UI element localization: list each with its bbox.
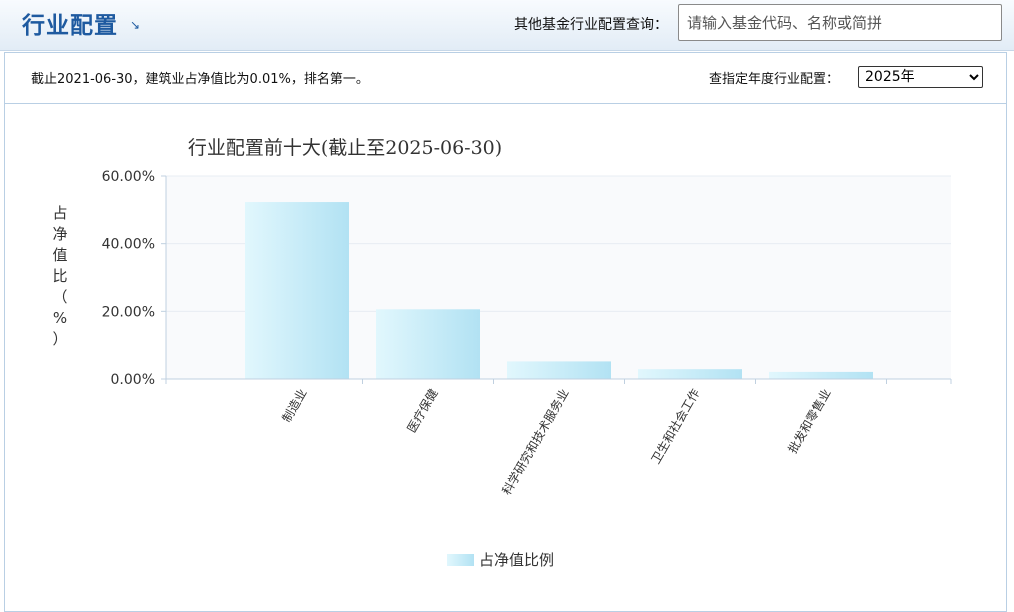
y-axis-title-char: ） [52, 330, 67, 348]
bar[interactable] [769, 371, 873, 379]
bar[interactable] [507, 361, 611, 379]
y-axis-title-char: 占 [52, 204, 67, 222]
bar[interactable] [638, 369, 742, 379]
x-tick-label: 医疗保健 [404, 387, 440, 436]
y-axis-title-char: （ [52, 288, 67, 306]
industry-chart: 行业配置前十大(截止至2025-06-30) 占净值比 （% ） 0.00% 20.0… [52, 137, 952, 569]
y-axis-title-char: 比 [52, 267, 67, 285]
y-tick-label: 40.00% [102, 237, 155, 253]
y-axis-title-char: 净 [52, 225, 67, 243]
x-tick-label: 科学研究和技术服务业 [499, 386, 572, 497]
y-tick-label: 60.00% [102, 169, 155, 185]
y-axis-title-char: 值 [52, 246, 67, 264]
y-axis-title-char: % [53, 309, 67, 327]
bar[interactable] [245, 202, 349, 379]
legend[interactable]: 占净值比例 [447, 551, 554, 569]
legend-label: 占净值比例 [479, 551, 554, 569]
y-tick-label: 0.00% [111, 372, 155, 388]
x-tick-labels: 制造业 医疗保健 科学研究和技术服务业 卫生和社会工作 批发和零售业 [165, 379, 952, 497]
y-axis-title: 占净值比 （% ） [52, 204, 67, 348]
x-tick-label: 批发和零售业 [785, 386, 834, 456]
x-tick-label: 制造业 [279, 387, 309, 425]
x-tick-label: 卫生和社会工作 [648, 386, 703, 466]
bar[interactable] [376, 309, 480, 379]
y-ticks: 0.00% 20.00% 40.00% 60.00% [102, 169, 166, 388]
legend-swatch [447, 554, 474, 566]
chart-title: 行业配置前十大(截止至2025-06-30) [188, 137, 502, 159]
y-tick-label: 20.00% [102, 304, 155, 320]
